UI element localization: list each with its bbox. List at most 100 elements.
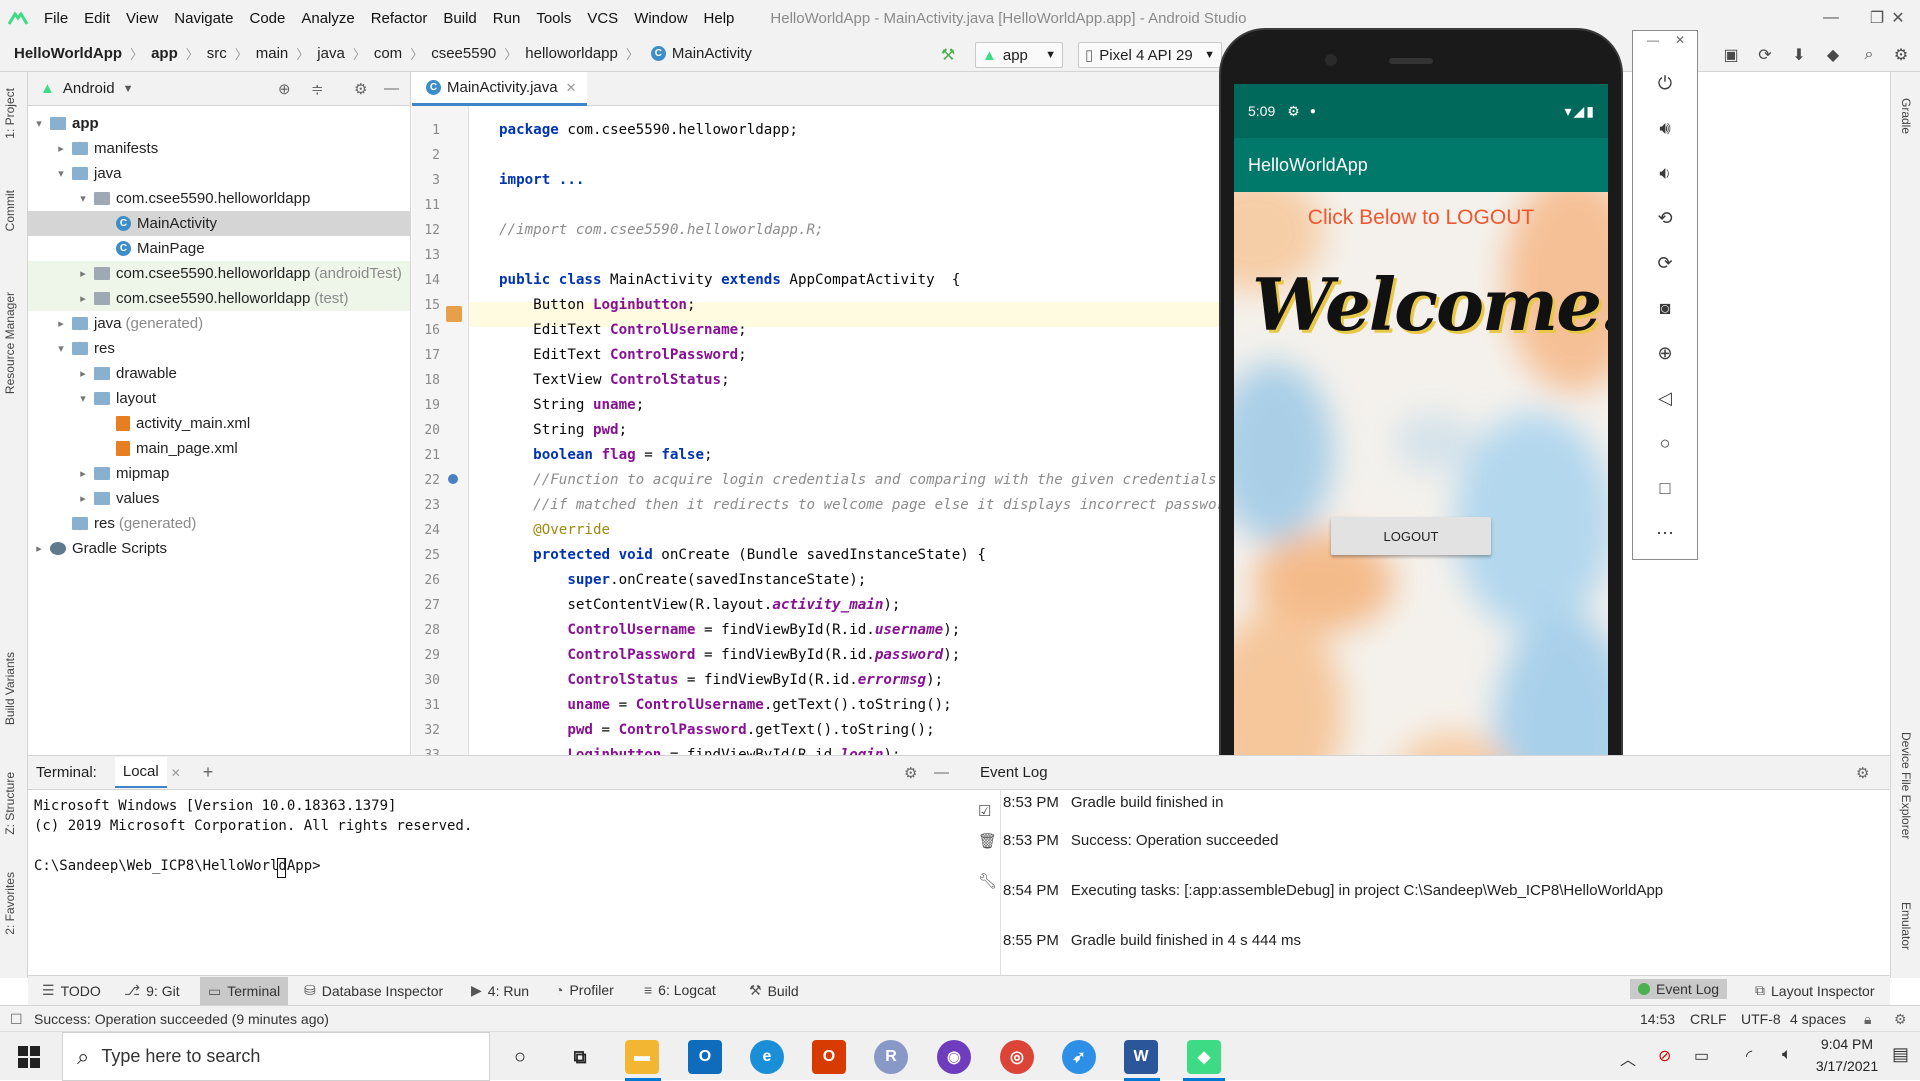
indent-setting[interactable]: 4 spaces: [1790, 1011, 1846, 1027]
breadcrumb-item[interactable]: csee5590: [431, 45, 496, 62]
menu-analyze[interactable]: Analyze: [293, 10, 362, 27]
chevron-down-icon[interactable]: ▾: [76, 192, 90, 205]
chevron-right-icon[interactable]: ▸: [54, 317, 68, 330]
breadcrumb-item[interactable]: helloworldapp: [525, 45, 618, 62]
code-line[interactable]: TextView ControlStatus;: [499, 368, 729, 393]
word-icon[interactable]: W: [1124, 1040, 1158, 1074]
emu-close-icon[interactable]: ✕: [1675, 33, 1685, 47]
chrome-icon[interactable]: ◎: [1000, 1040, 1034, 1074]
chevron-down-icon[interactable]: ▾: [76, 392, 90, 405]
file-explorer-icon[interactable]: ▬: [625, 1040, 659, 1074]
code-line[interactable]: Button Loginbutton;: [499, 293, 695, 318]
layout-link-icon[interactable]: [446, 306, 462, 322]
chevron-right-icon[interactable]: ▸: [76, 492, 90, 505]
menu-tools[interactable]: Tools: [528, 10, 579, 27]
gear-icon[interactable]: ⚙: [354, 80, 367, 98]
event-text[interactable]: Executing tasks: [:app:assembleDebug] in…: [1071, 882, 1663, 899]
profiler-button[interactable]: ◔ Profiler: [555, 982, 614, 998]
chevron-up-icon[interactable]: ︿: [1620, 1046, 1636, 1070]
status-message[interactable]: Success: Operation succeeded (9 minutes …: [34, 1011, 329, 1027]
devices-icon[interactable]: ▭: [1694, 1046, 1709, 1066]
code-line[interactable]: Loginbutton = findViewById(R.id.login);: [499, 743, 900, 755]
code-area[interactable]: package com.csee5590.helloworldapp; impor…: [468, 106, 1222, 755]
menu-edit[interactable]: Edit: [76, 10, 118, 27]
breadcrumb-item[interactable]: MainActivity: [672, 45, 752, 62]
tree-item[interactable]: ▾ java: [28, 161, 410, 186]
trash-icon[interactable]: 🗑︎: [978, 832, 997, 850]
chevron-down-icon[interactable]: ▼: [123, 83, 134, 95]
code-line[interactable]: ControlStatus = findViewById(R.id.errorm…: [499, 668, 943, 693]
search-icon[interactable]: ⌕: [1856, 42, 1882, 68]
tab-mainactivity[interactable]: C MainActivity.java ✕: [412, 72, 587, 106]
tree-item[interactable]: ▾ app: [28, 111, 410, 136]
menu-build[interactable]: Build: [435, 10, 484, 27]
edge-icon[interactable]: e: [750, 1040, 784, 1074]
tree-item[interactable]: activity_main.xml: [28, 411, 410, 436]
override-marker-icon[interactable]: [448, 474, 458, 484]
rotate-left-icon[interactable]: ⟲: [1633, 200, 1697, 236]
add-icon[interactable]: +: [203, 762, 214, 783]
office-icon[interactable]: O: [812, 1040, 846, 1074]
menu-vcs[interactable]: VCS: [579, 10, 626, 27]
code-line[interactable]: boolean flag = false;: [499, 443, 712, 468]
git-button[interactable]: ⎇ 9: Git: [124, 982, 180, 999]
sdk-manager-icon[interactable]: ⬇: [1786, 42, 1812, 68]
gear-icon[interactable]: ⚙: [1856, 764, 1869, 782]
structure-tab[interactable]: Z: Structure: [3, 772, 17, 835]
zoom-icon[interactable]: ⊕: [1633, 335, 1697, 371]
notifications-icon[interactable]: ⚙: [1894, 1011, 1907, 1028]
wifi-icon[interactable]: ◜: [1746, 1046, 1752, 1066]
project-tab[interactable]: 1: Project: [3, 88, 17, 139]
tree-item[interactable]: C MainPage: [28, 236, 410, 261]
menu-refactor[interactable]: Refactor: [363, 10, 436, 27]
build-hammer-icon[interactable]: ⚒: [935, 42, 961, 68]
resource-manager-tab[interactable]: Resource Manager: [3, 292, 17, 394]
database-inspector-button[interactable]: ⛁ Database Inspector: [304, 982, 443, 999]
avd-manager-icon[interactable]: ▣: [1718, 42, 1744, 68]
r-app-icon[interactable]: R: [874, 1040, 908, 1074]
tree-item[interactable]: res (generated): [28, 511, 410, 536]
wrench-icon[interactable]: 🔧︎: [978, 872, 997, 890]
code-line[interactable]: import ...: [499, 168, 584, 193]
chevron-right-icon[interactable]: ▸: [76, 292, 90, 305]
line-separator[interactable]: CRLF: [1690, 1011, 1727, 1027]
layout-inspector-button[interactable]: ⧉ Layout Inspector: [1755, 982, 1875, 999]
rotate-right-icon[interactable]: ⟳: [1633, 245, 1697, 281]
back-icon[interactable]: ◁: [1633, 380, 1697, 416]
tree-item[interactable]: ▸ manifests: [28, 136, 410, 161]
code-line[interactable]: //Function to acquire login credentials …: [499, 468, 1216, 493]
action-center-icon[interactable]: ▤: [1892, 1044, 1909, 1065]
chevron-right-icon[interactable]: ▸: [76, 467, 90, 480]
lock-icon[interactable]: 🔒︎: [1864, 1011, 1871, 1028]
task-view-icon[interactable]: ⧉: [563, 1040, 597, 1074]
code-line[interactable]: EditText ControlUsername;: [499, 318, 747, 343]
menu-file[interactable]: File: [36, 10, 76, 27]
chevron-right-icon[interactable]: ▸: [76, 267, 90, 280]
close-tab-icon[interactable]: ✕: [171, 766, 181, 780]
phone-screen[interactable]: 5:09 ⚙ ● ▾◢▮ HelloWorldApp Click Below t…: [1234, 84, 1608, 824]
tree-item[interactable]: ▾ com.csee5590.helloworldapp: [28, 186, 410, 211]
tree-item[interactable]: ▸ values: [28, 486, 410, 511]
clock-date[interactable]: 3/17/2021: [1800, 1058, 1894, 1074]
chevron-down-icon[interactable]: ▾: [54, 167, 68, 180]
android-studio-icon[interactable]: ◆: [1187, 1040, 1221, 1074]
code-line[interactable]: ControlUsername = findViewById(R.id.user…: [499, 618, 960, 643]
overview-icon[interactable]: □: [1633, 470, 1697, 506]
power-icon[interactable]: ⏻: [1633, 65, 1697, 101]
menu-navigate[interactable]: Navigate: [166, 10, 241, 27]
logcat-button[interactable]: ≡ 6: Logcat: [644, 982, 716, 998]
status-square-icon[interactable]: ☐: [10, 1011, 23, 1028]
breadcrumb-item[interactable]: app: [151, 45, 178, 62]
close-tab-icon[interactable]: ✕: [566, 80, 577, 96]
device-dropdown[interactable]: ▯ Pixel 4 API 29 ▼: [1078, 42, 1222, 68]
tree-item[interactable]: ▸ Gradle Scripts: [28, 536, 410, 561]
code-line[interactable]: protected void onCreate (Bundle savedIns…: [499, 543, 986, 568]
hide-icon[interactable]: —: [934, 764, 949, 781]
event-text[interactable]: Gradle build finished in 4 s 444 ms: [1071, 932, 1301, 949]
security-icon[interactable]: ⊘: [1658, 1046, 1671, 1066]
volume-up-icon[interactable]: 🔊︎: [1633, 110, 1697, 146]
event-log-button[interactable]: Event Log: [1630, 979, 1728, 999]
clock-time[interactable]: 9:04 PM: [1800, 1036, 1894, 1052]
windows-start-icon[interactable]: [18, 1046, 40, 1068]
code-line[interactable]: String uname;: [499, 393, 644, 418]
